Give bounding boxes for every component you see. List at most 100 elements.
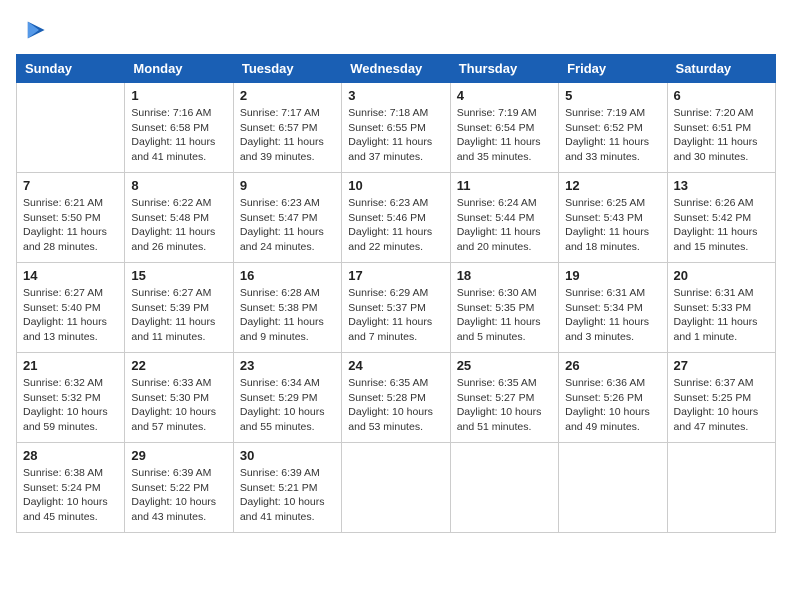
- day-info: Sunrise: 6:35 AM Sunset: 5:28 PM Dayligh…: [348, 376, 443, 435]
- day-number: 9: [240, 178, 335, 193]
- day-info: Sunrise: 6:22 AM Sunset: 5:48 PM Dayligh…: [131, 196, 226, 255]
- day-info: Sunrise: 6:27 AM Sunset: 5:40 PM Dayligh…: [23, 286, 118, 345]
- day-info: Sunrise: 6:21 AM Sunset: 5:50 PM Dayligh…: [23, 196, 118, 255]
- day-info: Sunrise: 6:27 AM Sunset: 5:39 PM Dayligh…: [131, 286, 226, 345]
- day-number: 16: [240, 268, 335, 283]
- day-number: 22: [131, 358, 226, 373]
- col-header-tuesday: Tuesday: [233, 55, 341, 83]
- day-number: 17: [348, 268, 443, 283]
- day-info: Sunrise: 6:30 AM Sunset: 5:35 PM Dayligh…: [457, 286, 552, 345]
- day-info: Sunrise: 6:34 AM Sunset: 5:29 PM Dayligh…: [240, 376, 335, 435]
- col-header-monday: Monday: [125, 55, 233, 83]
- day-number: 1: [131, 88, 226, 103]
- day-info: Sunrise: 6:37 AM Sunset: 5:25 PM Dayligh…: [674, 376, 769, 435]
- day-info: Sunrise: 7:18 AM Sunset: 6:55 PM Dayligh…: [348, 106, 443, 165]
- day-number: 24: [348, 358, 443, 373]
- calendar-cell: 28Sunrise: 6:38 AM Sunset: 5:24 PM Dayli…: [17, 443, 125, 533]
- week-row-5: 28Sunrise: 6:38 AM Sunset: 5:24 PM Dayli…: [17, 443, 776, 533]
- col-header-saturday: Saturday: [667, 55, 775, 83]
- day-number: 25: [457, 358, 552, 373]
- week-row-3: 14 Sunrise: 6:27 AM Sunset: 5:40 PM Dayli…: [17, 263, 776, 353]
- day-number: 7: [23, 178, 118, 193]
- calendar-cell: [17, 83, 125, 173]
- day-number: 10: [348, 178, 443, 193]
- day-number: 23: [240, 358, 335, 373]
- calendar-cell: 20 Sunrise: 6:31 AM Sunset: 5:33 PM Dayli…: [667, 263, 775, 353]
- day-info: Sunrise: 7:17 AM Sunset: 6:57 PM Dayligh…: [240, 106, 335, 165]
- col-header-thursday: Thursday: [450, 55, 558, 83]
- col-header-sunday: Sunday: [17, 55, 125, 83]
- day-info: Sunrise: 6:26 AM Sunset: 5:42 PM Dayligh…: [674, 196, 769, 255]
- calendar-cell: 13 Sunrise: 6:26 AM Sunset: 5:42 PM Dayli…: [667, 173, 775, 263]
- day-info: Sunrise: 7:19 AM Sunset: 6:52 PM Dayligh…: [565, 106, 660, 165]
- calendar-cell: 3Sunrise: 7:18 AM Sunset: 6:55 PM Daylig…: [342, 83, 450, 173]
- day-info: Sunrise: 7:16 AM Sunset: 6:58 PM Dayligh…: [131, 106, 226, 165]
- col-header-friday: Friday: [559, 55, 667, 83]
- day-info: Sunrise: 6:24 AM Sunset: 5:44 PM Dayligh…: [457, 196, 552, 255]
- calendar-cell: 2Sunrise: 7:17 AM Sunset: 6:57 PM Daylig…: [233, 83, 341, 173]
- calendar-cell: 19 Sunrise: 6:31 AM Sunset: 5:34 PM Dayli…: [559, 263, 667, 353]
- day-number: 5: [565, 88, 660, 103]
- day-info: Sunrise: 6:29 AM Sunset: 5:37 PM Dayligh…: [348, 286, 443, 345]
- day-number: 19: [565, 268, 660, 283]
- day-info: Sunrise: 6:31 AM Sunset: 5:33 PM Dayligh…: [674, 286, 769, 345]
- day-number: 12: [565, 178, 660, 193]
- day-number: 18: [457, 268, 552, 283]
- calendar-cell: [342, 443, 450, 533]
- calendar-cell: 29Sunrise: 6:39 AM Sunset: 5:22 PM Dayli…: [125, 443, 233, 533]
- day-info: Sunrise: 6:23 AM Sunset: 5:46 PM Dayligh…: [348, 196, 443, 255]
- calendar-cell: 30 Sunrise: 6:39 AM Sunset: 5:21 PM Dayli…: [233, 443, 341, 533]
- calendar-cell: 11 Sunrise: 6:24 AM Sunset: 5:44 PM Dayli…: [450, 173, 558, 263]
- day-info: Sunrise: 6:25 AM Sunset: 5:43 PM Dayligh…: [565, 196, 660, 255]
- day-number: 26: [565, 358, 660, 373]
- calendar-table: SundayMondayTuesdayWednesdayThursdayFrid…: [16, 54, 776, 533]
- day-number: 14: [23, 268, 118, 283]
- week-row-4: 21 Sunrise: 6:32 AM Sunset: 5:32 PM Dayli…: [17, 353, 776, 443]
- day-number: 27: [674, 358, 769, 373]
- day-info: Sunrise: 6:23 AM Sunset: 5:47 PM Dayligh…: [240, 196, 335, 255]
- day-number: 20: [674, 268, 769, 283]
- calendar-cell: [667, 443, 775, 533]
- day-info: Sunrise: 6:39 AM Sunset: 5:21 PM Dayligh…: [240, 466, 335, 525]
- day-number: 28: [23, 448, 118, 463]
- calendar-cell: 17 Sunrise: 6:29 AM Sunset: 5:37 PM Dayli…: [342, 263, 450, 353]
- calendar-cell: 10 Sunrise: 6:23 AM Sunset: 5:46 PM Dayli…: [342, 173, 450, 263]
- calendar-cell: 21 Sunrise: 6:32 AM Sunset: 5:32 PM Dayli…: [17, 353, 125, 443]
- calendar-cell: 4Sunrise: 7:19 AM Sunset: 6:54 PM Daylig…: [450, 83, 558, 173]
- calendar-cell: 27 Sunrise: 6:37 AM Sunset: 5:25 PM Dayli…: [667, 353, 775, 443]
- calendar-cell: 8 Sunrise: 6:22 AM Sunset: 5:48 PM Daylig…: [125, 173, 233, 263]
- col-header-wednesday: Wednesday: [342, 55, 450, 83]
- calendar-cell: 9 Sunrise: 6:23 AM Sunset: 5:47 PM Daylig…: [233, 173, 341, 263]
- day-number: 11: [457, 178, 552, 193]
- calendar-cell: 1 Sunrise: 7:16 AM Sunset: 6:58 PM Daylig…: [125, 83, 233, 173]
- day-number: 4: [457, 88, 552, 103]
- logo: [16, 16, 46, 44]
- day-info: Sunrise: 6:36 AM Sunset: 5:26 PM Dayligh…: [565, 376, 660, 435]
- day-number: 15: [131, 268, 226, 283]
- day-number: 13: [674, 178, 769, 193]
- day-number: 30: [240, 448, 335, 463]
- day-info: Sunrise: 6:39 AM Sunset: 5:22 PM Dayligh…: [131, 466, 226, 525]
- calendar-cell: 22 Sunrise: 6:33 AM Sunset: 5:30 PM Dayli…: [125, 353, 233, 443]
- day-info: Sunrise: 6:33 AM Sunset: 5:30 PM Dayligh…: [131, 376, 226, 435]
- day-number: 8: [131, 178, 226, 193]
- calendar-cell: [450, 443, 558, 533]
- day-number: 21: [23, 358, 118, 373]
- day-info: Sunrise: 6:35 AM Sunset: 5:27 PM Dayligh…: [457, 376, 552, 435]
- calendar-cell: 14 Sunrise: 6:27 AM Sunset: 5:40 PM Dayli…: [17, 263, 125, 353]
- day-info: Sunrise: 6:32 AM Sunset: 5:32 PM Dayligh…: [23, 376, 118, 435]
- page-header: [16, 16, 776, 44]
- day-info: Sunrise: 6:31 AM Sunset: 5:34 PM Dayligh…: [565, 286, 660, 345]
- calendar-cell: 5 Sunrise: 7:19 AM Sunset: 6:52 PM Daylig…: [559, 83, 667, 173]
- calendar-cell: 7 Sunrise: 6:21 AM Sunset: 5:50 PM Daylig…: [17, 173, 125, 263]
- calendar-cell: 18 Sunrise: 6:30 AM Sunset: 5:35 PM Dayli…: [450, 263, 558, 353]
- calendar-cell: 16 Sunrise: 6:28 AM Sunset: 5:38 PM Dayli…: [233, 263, 341, 353]
- calendar-cell: 12 Sunrise: 6:25 AM Sunset: 5:43 PM Dayli…: [559, 173, 667, 263]
- calendar-cell: 26 Sunrise: 6:36 AM Sunset: 5:26 PM Dayli…: [559, 353, 667, 443]
- calendar-cell: 24 Sunrise: 6:35 AM Sunset: 5:28 PM Dayli…: [342, 353, 450, 443]
- logo-icon: [18, 16, 46, 44]
- calendar-cell: 6Sunrise: 7:20 AM Sunset: 6:51 PM Daylig…: [667, 83, 775, 173]
- calendar-cell: 25 Sunrise: 6:35 AM Sunset: 5:27 PM Dayli…: [450, 353, 558, 443]
- calendar-cell: 15 Sunrise: 6:27 AM Sunset: 5:39 PM Dayli…: [125, 263, 233, 353]
- day-info: Sunrise: 6:28 AM Sunset: 5:38 PM Dayligh…: [240, 286, 335, 345]
